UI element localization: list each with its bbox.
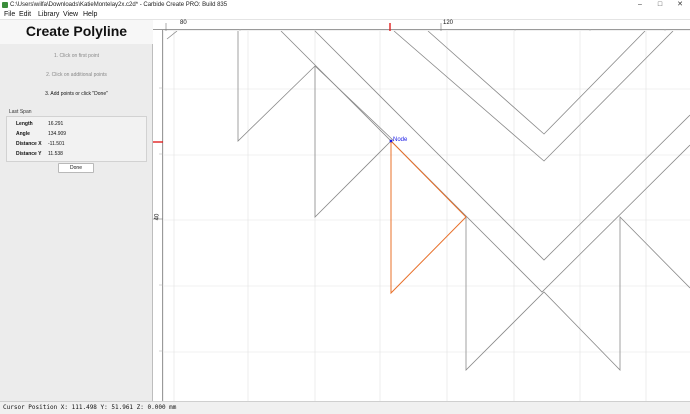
node-label: Node (393, 137, 408, 143)
vertical-ruler[interactable]: 40 (153, 30, 163, 401)
menu-edit[interactable]: Edit (19, 10, 31, 20)
distance-y-label: Distance Y (16, 151, 42, 157)
ruler-label-80: 80 (180, 20, 187, 26)
node-point[interactable] (389, 139, 393, 143)
window-title: C:\Users\wilfa\Downloads\KatieMontelay2x… (10, 2, 228, 8)
tool-panel: Create Polyline 1. Click on first point … (0, 20, 153, 401)
last-span-group: Length 16.291 Angle 134.909 Distance X -… (6, 116, 147, 162)
distance-x-value: -11.501 (48, 141, 65, 147)
panel-title: Create Polyline (25, 23, 128, 39)
menu-bar: File Edit Library View Help (0, 10, 690, 20)
design-vectors[interactable] (166, 31, 690, 371)
maximize-button[interactable]: □ (650, 0, 670, 10)
cursor-position-readout: Cursor Position X: 111.498 Y: 51.961 Z: … (3, 404, 177, 411)
angle-value: 134.909 (48, 131, 67, 137)
length-label: Length (16, 121, 33, 127)
panel-header: Create Polyline (0, 20, 153, 44)
app-icon (2, 2, 8, 8)
menu-help[interactable]: Help (83, 10, 97, 20)
menu-file[interactable]: File (4, 10, 15, 20)
status-bar: Cursor Position X: 111.498 Y: 51.961 Z: … (0, 401, 690, 414)
minimize-button[interactable]: – (630, 0, 650, 10)
step-2-instruction: 2. Click on additional points (46, 72, 107, 78)
last-span-title: Last Span (9, 109, 32, 115)
distance-y-value: 11.538 (48, 151, 63, 157)
carbide-create-window: C:\Users\wilfa\Downloads\KatieMontelay2x… (0, 0, 690, 414)
angle-label: Angle (16, 131, 30, 137)
canvas-grid (164, 31, 690, 401)
length-value: 16.291 (48, 121, 64, 127)
ruler-label-120: 120 (443, 20, 454, 26)
design-canvas[interactable]: Node (164, 31, 690, 401)
canvas-drawing (164, 31, 690, 401)
step-1-instruction: 1. Click on first point (53, 53, 100, 59)
menu-view[interactable]: View (63, 10, 78, 20)
distance-x-label: Distance X (16, 141, 42, 147)
active-polyline[interactable] (390, 140, 467, 295)
step-3-instruction: 3. Add points or click "Done" (45, 91, 108, 97)
ruler-label-40: 40 (154, 213, 161, 221)
done-button[interactable]: Done (58, 163, 94, 173)
horizontal-ruler[interactable]: 80 120 (153, 20, 690, 33)
title-bar: C:\Users\wilfa\Downloads\KatieMontelay2x… (0, 0, 690, 10)
menu-library[interactable]: Library (38, 10, 59, 20)
close-button[interactable]: ✕ (670, 0, 690, 10)
